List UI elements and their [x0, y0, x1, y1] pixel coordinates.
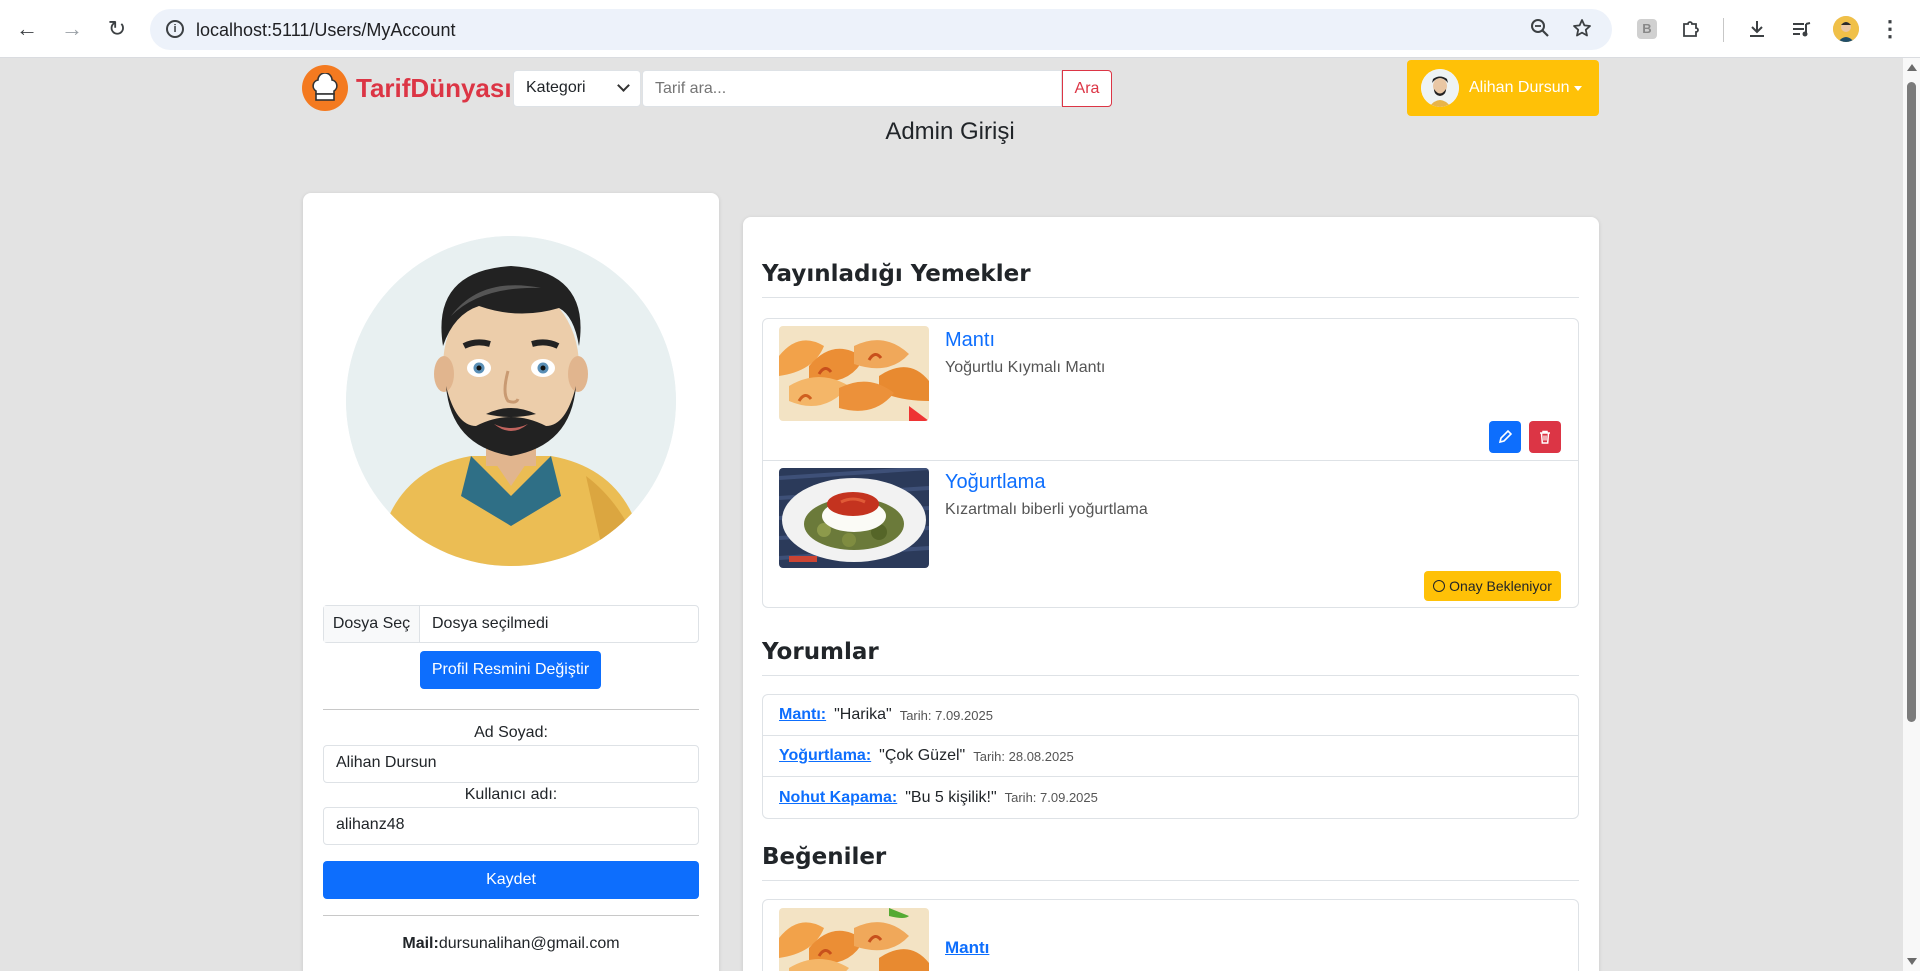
comment-text: "Harika"	[834, 706, 892, 723]
comment-recipe-link[interactable]: Yoğurtlama:	[779, 747, 871, 765]
profile-card: Dosya Seç Dosya seçilmedi Profil Resmini…	[303, 193, 719, 971]
list-item: Mantı Yoğurtlu Kıymalı Mantı	[763, 319, 1578, 461]
trash-icon	[1540, 430, 1550, 444]
zoom-icon[interactable]	[1530, 18, 1550, 44]
browser-profile-avatar[interactable]	[1832, 14, 1860, 44]
logo-text: TarifDünyası	[356, 72, 512, 103]
comment-recipe-link[interactable]: Nohut Kapama:	[779, 789, 897, 807]
status-badge: Onay Bekleniyor	[1424, 571, 1561, 601]
profile-avatar-image	[346, 236, 676, 566]
comment-text: "Çok Güzel"	[879, 747, 966, 764]
page-scrollbar[interactable]	[1903, 58, 1920, 971]
list-item: Nohut Kapama: "Bu 5 kişilik!" Tarih: 7.0…	[763, 777, 1578, 818]
mail-value: dursunalihan@gmail.com	[438, 935, 620, 952]
comment-recipe-link[interactable]: Mantı:	[779, 706, 826, 724]
likes-list: Mantı	[762, 899, 1579, 971]
recipe-title-link[interactable]: Mantı	[945, 329, 995, 352]
media-control-icon[interactable]	[1788, 14, 1814, 44]
list-item: Yoğurtlama Kızartmalı biberli yoğurtlama…	[763, 461, 1578, 607]
comment-date: Tarih: 28.08.2025	[973, 748, 1074, 764]
comments-section-title: Yorumlar	[762, 639, 1579, 676]
list-item: Yoğurtlama: "Çok Güzel" Tarih: 28.08.202…	[763, 736, 1578, 777]
edit-button[interactable]	[1489, 421, 1521, 453]
toolbar-separator	[1723, 18, 1724, 42]
published-recipes-list: Mantı Yoğurtlu Kıymalı Mantı Yoğurtlama …	[762, 318, 1579, 608]
divider	[323, 709, 699, 710]
user-name: Alihan Dursun	[1469, 79, 1570, 96]
save-button[interactable]: Kaydet	[323, 861, 699, 899]
scroll-down-arrow-icon[interactable]	[1907, 958, 1917, 965]
liked-recipe-title-link[interactable]: Mantı	[945, 938, 989, 958]
chef-hat-icon	[302, 65, 348, 111]
file-status-text: Dosya seçilmedi	[432, 615, 549, 632]
divider	[323, 915, 699, 916]
choose-file-button[interactable]: Dosya Seç	[324, 606, 420, 642]
comment-date: Tarih: 7.09.2025	[899, 707, 993, 723]
comment-date: Tarih: 7.09.2025	[1004, 790, 1098, 805]
likes-section-title: Beğeniler	[762, 844, 1579, 881]
recipe-image-yogurtlama[interactable]	[779, 468, 929, 568]
site-logo[interactable]: TarifDünyası	[302, 65, 512, 111]
extension-b-icon[interactable]: B	[1634, 14, 1660, 44]
bookmark-star-icon[interactable]	[1572, 18, 1592, 44]
search-button[interactable]: Ara	[1062, 70, 1112, 107]
user-menu-button[interactable]: Alihan Dursun	[1407, 60, 1599, 116]
file-picker[interactable]: Dosya Seç Dosya seçilmedi	[323, 605, 699, 643]
published-section-title: Yayınladığı Yemekler	[762, 261, 1579, 298]
liked-recipe-image-manti[interactable]	[779, 908, 929, 971]
username-label: Kullanıcı adı:	[464, 786, 558, 803]
comments-list: Mantı: "Harika" Tarih: 7.09.2025 Yoğurtl…	[762, 694, 1579, 819]
address-bar[interactable]: i localhost:5111/Users/MyAccount	[150, 9, 1612, 50]
delete-button[interactable]	[1529, 421, 1561, 453]
change-profile-photo-button[interactable]: Profil Resmini Değiştir	[420, 651, 601, 689]
forward-icon[interactable]: →	[55, 12, 89, 46]
back-icon[interactable]: ←	[10, 12, 44, 46]
recipe-title-link[interactable]: Yoğurtlama	[945, 471, 1045, 494]
category-dropdown[interactable]: Kategori	[513, 70, 641, 107]
url-text[interactable]: localhost:5111/Users/MyAccount	[196, 20, 455, 41]
caret-down-icon	[1573, 85, 1582, 91]
search-input[interactable]	[642, 70, 1062, 107]
clock-icon	[1433, 580, 1446, 592]
list-item: Mantı: "Harika" Tarih: 7.09.2025	[763, 695, 1578, 736]
site-info-icon[interactable]: i	[166, 20, 184, 38]
category-dropdown-label: Kategori	[526, 79, 586, 96]
name-field[interactable]: Alihan Dursun	[323, 745, 699, 783]
scrollbar-thumb[interactable]	[1907, 82, 1916, 722]
mail-label: Mail:	[402, 935, 439, 952]
username-field[interactable]: alihanz48	[323, 807, 699, 845]
recipe-description: Yoğurtlu Kıymalı Mantı	[945, 359, 1106, 376]
reload-icon[interactable]: ↻	[100, 12, 134, 46]
extensions-puzzle-icon[interactable]	[1678, 14, 1704, 44]
name-label: Ad Soyad:	[474, 724, 548, 741]
browser-menu-icon[interactable]: ⋮	[1879, 14, 1901, 44]
download-icon[interactable]	[1744, 14, 1770, 44]
page-title: Admin Girişi	[885, 118, 1015, 145]
mail-line: Mail:dursunalihan@gmail.com	[323, 935, 699, 953]
scroll-up-arrow-icon[interactable]	[1907, 64, 1917, 71]
comment-text: "Bu 5 kişilik!"	[905, 788, 997, 806]
list-item: Mantı	[763, 900, 1578, 971]
pencil-icon	[1498, 430, 1512, 444]
chevron-down-icon	[617, 79, 630, 92]
status-badge-label: Onay Bekleniyor	[1449, 578, 1552, 594]
recipe-description: Kızartmalı biberli yoğurtlama	[945, 501, 1148, 518]
browser-toolbar: ← → ↻ i localhost:5111/Users/MyAccount B…	[0, 0, 1920, 58]
activity-card: Yayınladığı Yemekler Mantı Yoğurtlu Kıym…	[743, 217, 1599, 971]
recipe-image-manti[interactable]	[779, 326, 929, 421]
user-avatar	[1421, 69, 1459, 107]
